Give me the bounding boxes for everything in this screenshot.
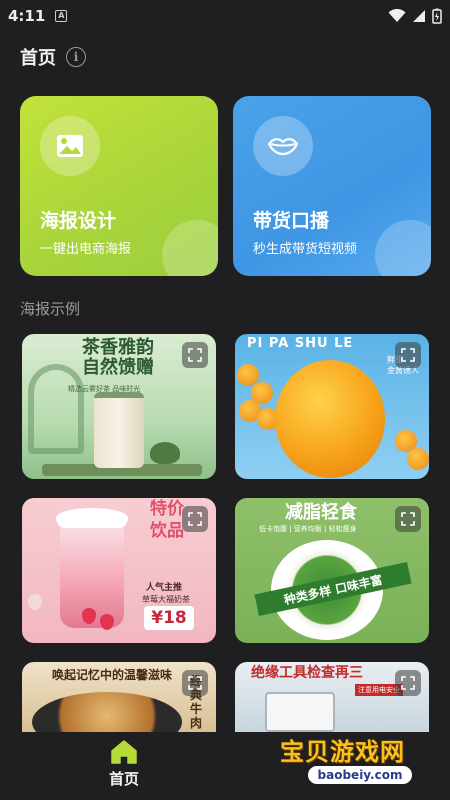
poster-title: 茶香雅韵 自然馈赠 bbox=[82, 338, 154, 378]
example-poster-noodle[interactable]: 唤起记忆中的温馨滋味 经典牛肉 bbox=[22, 662, 216, 732]
status-time: 4:11 bbox=[8, 7, 46, 25]
card-subtitle: 秒生成带货短视频 bbox=[253, 242, 358, 257]
signal-icon bbox=[413, 10, 425, 22]
example-poster-tea[interactable]: 茶香雅韵 自然馈赠 精选云雾好茶 品味时光 bbox=[22, 334, 216, 479]
card-subtitle: 一键出电商海报 bbox=[40, 242, 132, 257]
decor-tester bbox=[265, 692, 335, 732]
example-poster-salad[interactable]: 减脂轻食 低卡饱腹 | 营养均衡 | 轻松瘦身 种类多样 口味丰富 bbox=[235, 498, 429, 643]
poster-title: 减脂轻食 bbox=[285, 502, 357, 523]
card-title: 带货口播 bbox=[253, 210, 330, 232]
poster-title-line: 茶香雅韵 bbox=[82, 337, 154, 358]
poster-product-name: 草莓大福奶茶 bbox=[142, 595, 190, 604]
decor-teapot bbox=[150, 442, 180, 464]
lips-icon bbox=[267, 138, 299, 156]
nav-item-home[interactable]: 首页 bbox=[100, 740, 148, 796]
poster-hot-label: 人气主推 bbox=[146, 583, 183, 593]
expand-icon[interactable] bbox=[182, 506, 208, 532]
watermark-url: baobeiy.com bbox=[308, 766, 412, 784]
page-header: 首页 i bbox=[20, 44, 86, 70]
home-icon bbox=[111, 740, 137, 764]
example-poster-tools[interactable]: 绝缘工具检查再三 注意用电安全 bbox=[235, 662, 429, 732]
poster-title-line: 特价 bbox=[150, 499, 184, 519]
poster-title: PI PA SHU LE bbox=[247, 336, 354, 351]
decor-window bbox=[28, 364, 84, 454]
section-title: 海报示例 bbox=[20, 300, 81, 318]
live-selling-card[interactable]: 带货口播 秒生成带货短视频 bbox=[233, 96, 431, 276]
nav-label-home: 首页 bbox=[108, 770, 139, 788]
decor-loquat bbox=[275, 360, 385, 478]
expand-icon[interactable] bbox=[182, 342, 208, 368]
expand-icon[interactable] bbox=[395, 506, 421, 532]
status-icons bbox=[388, 8, 442, 24]
poster-title: 特价 饮品 bbox=[150, 498, 184, 542]
poster-title: 绝缘工具检查再三 bbox=[251, 665, 363, 681]
poster-title-line: 饮品 bbox=[150, 521, 184, 541]
watermark-text: 宝贝游戏网 bbox=[280, 738, 405, 766]
poster-price: ¥18 bbox=[144, 606, 194, 630]
poster-design-card[interactable]: 海报设计 一键出电商海报 bbox=[20, 96, 218, 276]
notification-icon: A bbox=[55, 10, 68, 22]
decor-cream bbox=[56, 508, 128, 528]
example-poster-milk-tea[interactable]: 特价 饮品 人气主推 草莓大福奶茶 ¥18 bbox=[22, 498, 216, 643]
poster-title-line: 自然馈赠 bbox=[82, 357, 154, 378]
card-decoration bbox=[162, 220, 218, 276]
card-icon-wrap bbox=[40, 116, 100, 176]
decor-tea-can bbox=[94, 392, 144, 468]
site-watermark: 宝贝游戏网 baobeiy.com bbox=[268, 730, 450, 800]
decor-mochi bbox=[28, 594, 42, 610]
status-bar: 4:11 A bbox=[0, 0, 450, 32]
info-icon[interactable]: i bbox=[66, 47, 86, 67]
image-icon bbox=[57, 135, 83, 157]
decor-fruit bbox=[407, 448, 429, 470]
battery-icon bbox=[432, 8, 442, 24]
poster-title: 唤起记忆中的温馨滋味 bbox=[52, 668, 173, 682]
card-icon-wrap bbox=[253, 116, 313, 176]
example-poster-loquat[interactable]: PI PA SHU LE 鲜甜 金黄诱人 bbox=[235, 334, 429, 479]
card-title: 海报设计 bbox=[40, 210, 117, 232]
decor-noodle-bowl bbox=[32, 692, 182, 732]
expand-icon[interactable] bbox=[182, 670, 208, 696]
card-decoration bbox=[375, 220, 431, 276]
page-title: 首页 bbox=[20, 48, 56, 69]
expand-icon[interactable] bbox=[395, 342, 421, 368]
poster-tags: 低卡饱腹 | 营养均衡 | 轻松瘦身 bbox=[259, 525, 357, 533]
wifi-icon bbox=[388, 9, 406, 22]
expand-icon[interactable] bbox=[395, 670, 421, 696]
